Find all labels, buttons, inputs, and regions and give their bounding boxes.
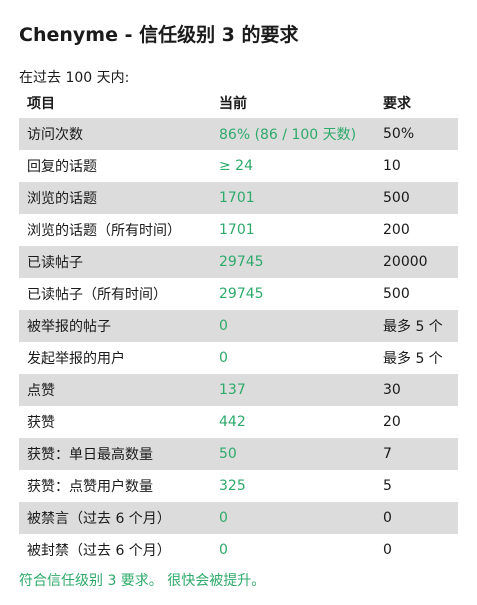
header-current: 当前 <box>219 96 247 112</box>
table-row: 已读帖子（所有时间） 29745 500 <box>19 278 458 310</box>
status-message: 符合信任级别 3 要求。 很快会被提升。 <box>19 573 266 589</box>
row-required-value: 20000 <box>375 246 458 278</box>
row-item-label: 点赞 <box>19 374 211 406</box>
row-current-value: 0 <box>219 542 228 558</box>
table-row: 获赞 442 20 <box>19 406 458 438</box>
row-required-value: 最多 5 个 <box>383 351 443 367</box>
table-row: 浏览的话题（所有时间） 1701 200 <box>19 214 458 246</box>
row-required-value: 500 <box>383 286 410 302</box>
row-current-value: 29745 <box>211 246 375 278</box>
row-item-label: 发起举报的用户 <box>27 351 125 367</box>
row-current-value: 137 <box>211 374 375 406</box>
row-item-label: 被举报的帖子 <box>19 310 211 342</box>
row-required-value: 0 <box>383 542 392 558</box>
row-current-value: 325 <box>219 478 246 494</box>
row-required-value: 7 <box>375 438 458 470</box>
table-row: 被封禁（过去 6 个月） 0 0 <box>19 534 458 566</box>
row-required-value: 200 <box>383 222 410 238</box>
row-item-label: 已读帖子（所有时间） <box>27 287 167 303</box>
row-required-value: 最多 5 个 <box>375 310 458 342</box>
row-current-value: 1701 <box>211 182 375 214</box>
requirements-table: 项目 当前 要求 访问次数 86% (86 / 100 天数) 50% 回复的话题 ≥ … <box>19 88 458 566</box>
row-current-value: 0 <box>211 502 375 534</box>
table-row: 获赞：点赞用户数量 325 5 <box>19 470 458 502</box>
table-row: 回复的话题 ≥ 24 10 <box>19 150 458 182</box>
row-item-label: 访问次数 <box>19 118 211 150</box>
row-current-value: ≥ 24 <box>219 158 253 174</box>
row-item-label: 获赞：单日最高数量 <box>19 438 211 470</box>
table-row: 访问次数 86% (86 / 100 天数) 50% <box>19 118 458 150</box>
table-row: 浏览的话题 1701 500 <box>19 182 458 214</box>
row-required-value: 5 <box>383 478 392 494</box>
table-row: 点赞 137 30 <box>19 374 458 406</box>
table-row: 发起举报的用户 0 最多 5 个 <box>19 342 458 374</box>
row-required-value: 50% <box>375 118 458 150</box>
row-item-label: 浏览的话题 <box>19 182 211 214</box>
row-item-label: 被禁言（过去 6 个月） <box>19 502 211 534</box>
table-row: 已读帖子 29745 20000 <box>19 246 458 278</box>
table-row: 被禁言（过去 6 个月） 0 0 <box>19 502 458 534</box>
period-label: 在过去 100 天内: <box>19 70 130 86</box>
row-current-value: 0 <box>219 350 228 366</box>
row-required-value: 0 <box>375 502 458 534</box>
row-item-label: 回复的话题 <box>27 159 97 175</box>
row-current-value: 0 <box>211 310 375 342</box>
header-required: 要求 <box>383 96 411 112</box>
row-current-value: 50 <box>211 438 375 470</box>
row-current-value: 442 <box>219 414 246 430</box>
row-required-value: 30 <box>375 374 458 406</box>
row-item-label: 浏览的话题（所有时间） <box>27 223 181 239</box>
row-required-value: 20 <box>383 414 401 430</box>
row-item-label: 被封禁（过去 6 个月） <box>27 543 171 559</box>
row-current-value: 1701 <box>219 222 255 238</box>
header-item: 项目 <box>27 96 55 112</box>
row-current-value: 29745 <box>219 286 264 302</box>
page-title: Chenyme - 信任级别 3 的要求 <box>19 24 299 46</box>
row-item-label: 获赞：点赞用户数量 <box>27 479 153 495</box>
table-row: 获赞：单日最高数量 50 7 <box>19 438 458 470</box>
row-required-value: 500 <box>375 182 458 214</box>
row-required-value: 10 <box>383 158 401 174</box>
row-item-label: 已读帖子 <box>19 246 211 278</box>
row-current-value: 86% (86 / 100 天数) <box>211 118 375 150</box>
row-item-label: 获赞 <box>27 415 55 431</box>
table-header-row: 项目 当前 要求 <box>19 88 458 118</box>
table-row: 被举报的帖子 0 最多 5 个 <box>19 310 458 342</box>
